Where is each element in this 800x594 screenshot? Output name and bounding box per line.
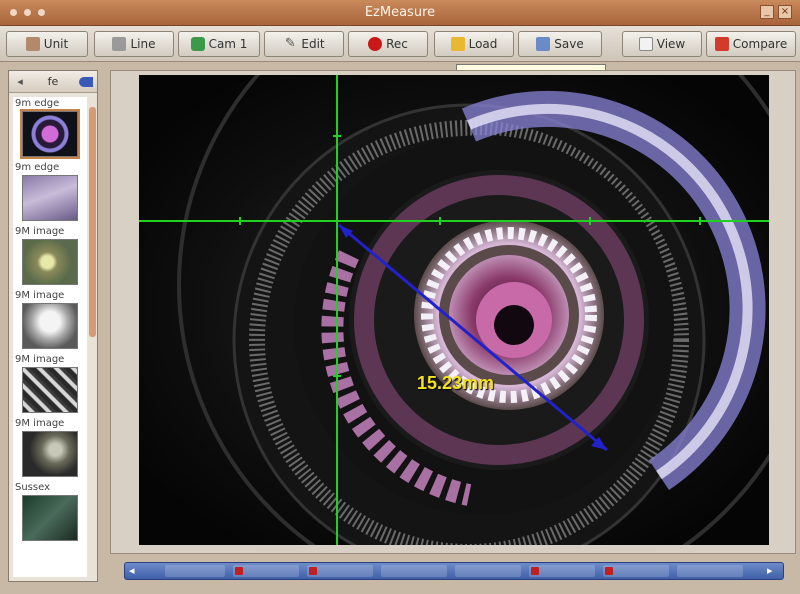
- bottom-segment[interactable]: [307, 565, 373, 577]
- thumbnail-label: 9M image: [15, 418, 65, 429]
- pencil-icon: ✎: [284, 36, 296, 51]
- thumbnail-item[interactable]: 9M image: [13, 417, 87, 481]
- scrollbar-thumb[interactable]: [89, 107, 96, 337]
- bottom-segment[interactable]: [677, 565, 743, 577]
- thumbnail-item[interactable]: 9M image: [13, 289, 87, 353]
- save-icon: [536, 37, 551, 51]
- line-button-label: Line: [130, 37, 156, 51]
- thumbnail-item[interactable]: 9m edge: [13, 97, 87, 161]
- view-icon: [638, 37, 653, 51]
- measurement-label[interactable]: 15.23mm: [417, 373, 494, 394]
- rec-button-label: Rec: [386, 37, 408, 51]
- thumbnail-label: Sussex: [15, 482, 50, 493]
- toolbar: Unit Line Cam 1 ✎ Edit Rec Load Save Vie…: [0, 26, 800, 62]
- measurement-line[interactable]: [338, 223, 608, 452]
- title-bar: EzMeasure _ ×: [0, 0, 800, 26]
- thumbnail-image: [22, 367, 78, 413]
- record-icon: [368, 37, 383, 51]
- bottom-segment[interactable]: [529, 565, 595, 577]
- camera-button-label: Cam 1: [208, 37, 248, 51]
- thumbnail-image: [20, 109, 80, 159]
- bottom-segment[interactable]: [381, 565, 447, 577]
- thumbnail-label: 9M image: [15, 354, 65, 365]
- thumbnail-label: 9m edge: [15, 162, 60, 173]
- compare-icon: [714, 37, 729, 51]
- line-button[interactable]: Line: [94, 31, 174, 57]
- thumbnail-item[interactable]: 9M image: [13, 353, 87, 417]
- thumbnail-image: [22, 431, 78, 477]
- crosshair-overlay: [139, 75, 769, 545]
- view-button-label: View: [656, 37, 686, 51]
- crosshair-ticks: [239, 135, 701, 377]
- thumbnail-label: 9M image: [15, 290, 65, 301]
- thumbnail-item[interactable]: 9M image: [13, 225, 87, 289]
- thumbnail-item[interactable]: 9m edge: [13, 161, 87, 225]
- load-button-label: Load: [468, 37, 498, 51]
- close-icon[interactable]: ×: [778, 5, 792, 19]
- thumbnail-image: [22, 303, 78, 349]
- camera-icon: [190, 37, 205, 51]
- line-icon: [112, 37, 127, 51]
- camera-canvas[interactable]: 15.23mm: [139, 75, 769, 545]
- bottom-segment[interactable]: [603, 565, 669, 577]
- sidebar-header: ◂ fe: [9, 71, 97, 93]
- scroll-right-icon[interactable]: ▸: [767, 564, 773, 577]
- sidebar-scrollbar[interactable]: [89, 97, 96, 577]
- save-button[interactable]: Save: [518, 31, 602, 57]
- unit-button[interactable]: Unit: [6, 31, 88, 57]
- bottom-segment[interactable]: [165, 565, 225, 577]
- load-button[interactable]: Load: [434, 31, 514, 57]
- thumbnail-list: 9m edge 9m edge 9M image 9M image 9M ima…: [13, 97, 87, 577]
- window-title: EzMeasure: [364, 5, 436, 20]
- arrow-left-icon[interactable]: ◂: [13, 75, 27, 88]
- unit-button-label: Unit: [43, 37, 69, 51]
- bottom-status-bar: ◂ ▸: [124, 562, 784, 580]
- camera-button[interactable]: Cam 1: [178, 31, 260, 57]
- minimize-icon[interactable]: _: [760, 5, 774, 19]
- compare-button[interactable]: Compare: [706, 31, 796, 57]
- window-controls: _ ×: [760, 5, 792, 19]
- sidebar-nav-arrow-icon[interactable]: [79, 76, 93, 87]
- thumbnail-image: [22, 175, 78, 221]
- bottom-segment[interactable]: [455, 565, 521, 577]
- thumbnail-item[interactable]: Sussex: [13, 481, 87, 545]
- bottom-segment[interactable]: [233, 565, 299, 577]
- folder-icon: [450, 37, 465, 51]
- thumbnail-image: [22, 495, 78, 541]
- compare-button-label: Compare: [732, 37, 788, 51]
- image-viewer: 15.23mm: [110, 70, 796, 554]
- thumbnail-label: 9M image: [15, 226, 65, 237]
- sidebar-header-label: fe: [47, 75, 59, 88]
- image-sidebar: ◂ fe 9m edge 9m edge 9M image 9M image 9…: [8, 70, 98, 582]
- save-button-label: Save: [554, 37, 584, 51]
- edit-button[interactable]: ✎ Edit: [264, 31, 344, 57]
- edit-button-label: Edit: [301, 37, 325, 51]
- view-button[interactable]: View: [622, 31, 702, 57]
- scroll-left-icon[interactable]: ◂: [129, 564, 135, 577]
- thumbnail-image: [22, 239, 78, 285]
- rec-button[interactable]: Rec: [348, 31, 428, 57]
- thumbnail-label: 9m edge: [15, 98, 60, 109]
- unit-icon: [25, 37, 40, 51]
